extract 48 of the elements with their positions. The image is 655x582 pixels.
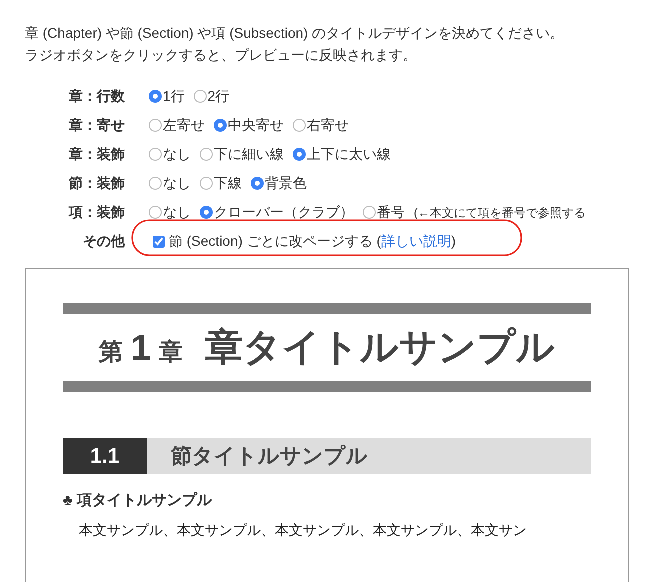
radio-label[interactable]: 1行 [163,86,185,107]
section-title: 節タイトルサンプル [170,444,368,470]
radio-button[interactable] [251,177,264,190]
radio-label[interactable]: 背景色 [265,173,307,194]
chapter-number: 1 [130,327,152,368]
radio-button[interactable] [149,148,162,161]
radio-button[interactable] [194,90,207,103]
option-label: 章：寄せ [68,116,125,135]
option-label: 項：装飾 [68,203,125,222]
radio-button[interactable] [293,148,306,161]
radio-label[interactable]: 2行 [208,86,230,107]
intro-text: 章 (Chapter) や節 (Section) や項 (Subsection) のタイトルデザインを決めてください。 [25,25,564,41]
radio-label[interactable]: なし [163,202,191,223]
radio-button[interactable] [363,206,376,219]
radio-button[interactable] [200,177,213,190]
club-mark: ♣ [63,492,73,510]
radio-button[interactable] [214,119,227,132]
radio-label[interactable]: 番号 [377,202,405,223]
radio-button[interactable] [149,119,162,132]
radio-button[interactable] [200,148,213,161]
section-number: 1.1 [63,438,147,474]
radio-label[interactable]: 上下に太い線 [307,144,391,165]
radio-label[interactable]: なし [163,144,191,165]
radio-label[interactable]: 下に細い線 [214,144,284,165]
radio-button[interactable] [293,119,306,132]
radio-button[interactable] [200,206,213,219]
chapter-title: 章タイトルサンプル [205,327,556,369]
radio-button[interactable] [149,177,162,190]
radio-button[interactable] [149,206,162,219]
radio-label[interactable]: 右寄せ [307,115,349,136]
radio-label[interactable]: 中央寄せ [228,115,284,136]
radio-label[interactable]: 下線 [214,173,242,194]
chapter-prefix: 第 [98,339,123,366]
body-text: 本文サンプル、本文サンプル、本文サンプル、本文サンプル、本文サン [79,524,527,539]
help-link[interactable]: 詳しい説明 [381,233,452,249]
chapter-suffix: 章 [159,339,184,366]
intro-text: ラジオボタンをクリックすると、プレビューに反映されます。 [25,47,417,63]
radio-button[interactable] [149,90,162,103]
option-label: 節：装飾 [68,174,125,193]
radio-label[interactable]: なし [163,173,191,194]
option-label: その他 [82,232,125,251]
radio-label[interactable]: 左寄せ [163,115,205,136]
option-label: 章：装飾 [68,145,125,164]
option-label: 章：行数 [68,87,125,106]
note-text: (←本文にて項を番号で参照する [414,204,586,222]
checkbox[interactable] [153,236,165,248]
radio-label[interactable]: クローバー（クラブ） [214,202,354,223]
subsection-title: 項タイトルサンプル [77,492,212,510]
